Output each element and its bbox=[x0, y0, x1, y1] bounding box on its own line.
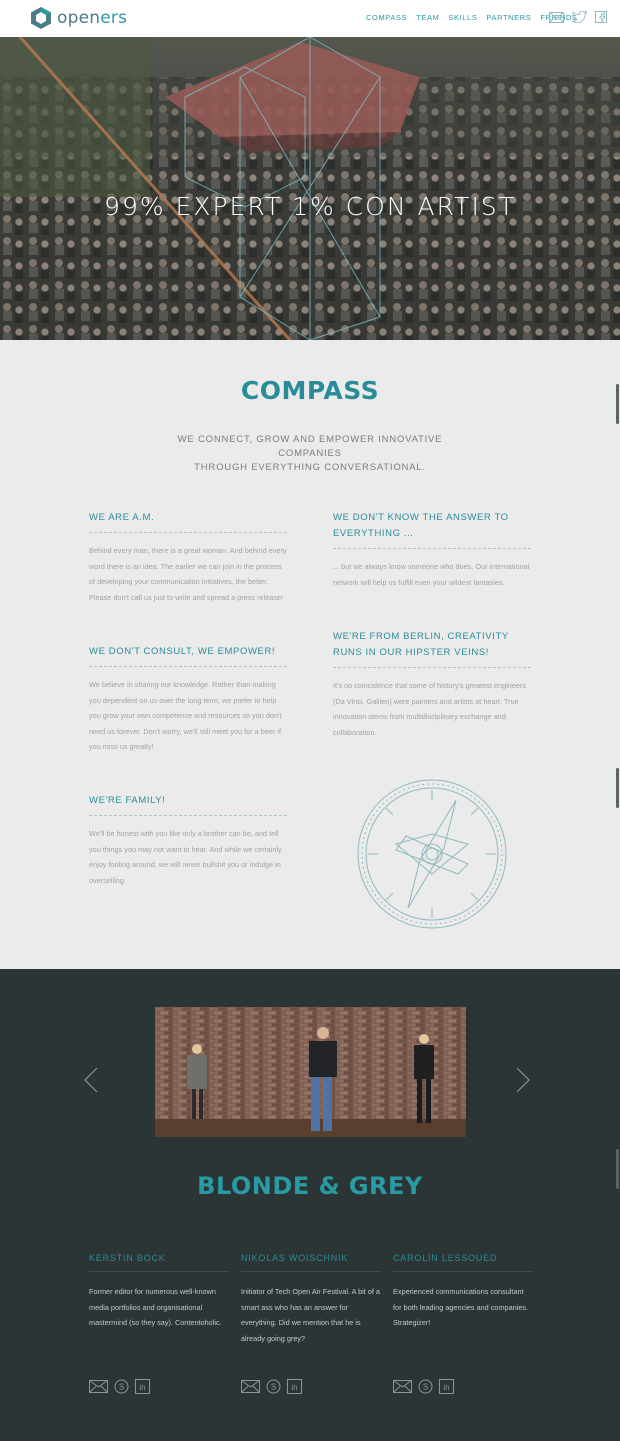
carousel-prev-arrow-icon[interactable] bbox=[84, 1067, 98, 1093]
block-text: We'll be honest with you like only a bro… bbox=[89, 829, 282, 885]
team-section: BLONDE & GREY KERSTIN BOCK Former editor… bbox=[0, 969, 620, 1441]
logo-text: openers bbox=[57, 8, 127, 28]
skype-icon[interactable]: S bbox=[418, 1379, 433, 1394]
divider bbox=[333, 548, 531, 549]
compass-title: COMPASS bbox=[240, 376, 380, 405]
logo-text-open: open bbox=[57, 8, 101, 28]
block-title: WE DON'T KNOW THE ANSWER TO EVERYTHING .… bbox=[333, 512, 509, 539]
compass-block-answer: WE DON'T KNOW THE ANSWER TO EVERYTHING .… bbox=[333, 510, 531, 590]
compass-block-we-are: WE ARE A.M. Behind every man, there is a… bbox=[89, 510, 287, 605]
logo-text-ers: ers bbox=[100, 8, 128, 28]
team-photo-image bbox=[155, 1007, 466, 1137]
site-header: openers COMPASS TEAM SKILLS PARTNERS FRI… bbox=[0, 0, 620, 37]
member-contact-icons: S in bbox=[393, 1379, 454, 1394]
member-bio: Experienced communications consultant fo… bbox=[393, 1287, 529, 1328]
compass-illustration-icon bbox=[357, 779, 507, 929]
member-contact-icons: S in bbox=[89, 1379, 150, 1394]
twitter-icon[interactable] bbox=[572, 11, 587, 23]
skype-icon[interactable]: S bbox=[266, 1379, 281, 1394]
block-title: WE'RE FAMILY! bbox=[89, 795, 166, 806]
mail-icon[interactable] bbox=[549, 11, 564, 23]
mail-icon[interactable] bbox=[393, 1380, 412, 1393]
logo-mark-icon bbox=[31, 7, 51, 29]
skype-icon[interactable]: S bbox=[114, 1379, 129, 1394]
nav-compass[interactable]: COMPASS bbox=[366, 13, 407, 22]
team-member-nikolas: NIKOLAS WOISCHNIK Initiator of Tech Open… bbox=[241, 1253, 381, 1346]
main-nav: COMPASS TEAM SKILLS PARTNERS FRIENDS bbox=[366, 13, 578, 22]
compass-block-empower: WE DON'T CONSULT, WE EMPOWER! We believe… bbox=[89, 644, 287, 755]
member-name: CAROLIN LESSOUED bbox=[393, 1253, 498, 1263]
svg-text:S: S bbox=[119, 1383, 124, 1392]
divider bbox=[89, 532, 287, 533]
team-photo bbox=[155, 1007, 466, 1137]
scroll-indicator[interactable] bbox=[616, 384, 619, 424]
facebook-icon[interactable] bbox=[595, 11, 607, 23]
hero-section: 99% EXPERT 1% CON ARTIST bbox=[0, 37, 620, 340]
member-name: NIKOLAS WOISCHNIK bbox=[241, 1253, 349, 1263]
block-title: WE DON'T CONSULT, WE EMPOWER! bbox=[89, 646, 276, 657]
svg-text:S: S bbox=[271, 1383, 276, 1392]
linkedin-icon[interactable]: in bbox=[135, 1379, 150, 1394]
scroll-indicator[interactable] bbox=[616, 768, 619, 808]
svg-text:in: in bbox=[443, 1383, 449, 1392]
compass-subtitle-line2: THROUGH EVERYTHING CONVERSATIONAL. bbox=[194, 462, 426, 473]
divider bbox=[89, 1271, 229, 1272]
carousel-next-arrow-icon[interactable] bbox=[516, 1067, 530, 1093]
nav-partners[interactable]: PARTNERS bbox=[486, 13, 531, 22]
divider bbox=[241, 1271, 381, 1272]
compass-section: COMPASS WE CONNECT, GROW AND EMPOWER INN… bbox=[0, 340, 620, 969]
member-name: KERSTIN BOCK bbox=[89, 1253, 166, 1263]
member-bio: Initiator of Tech Open Air Festival. A b… bbox=[241, 1287, 380, 1343]
divider bbox=[393, 1271, 533, 1272]
svg-text:S: S bbox=[423, 1383, 428, 1392]
block-text: Behind every man, there is a great woman… bbox=[89, 546, 287, 602]
hero-background-image bbox=[0, 37, 620, 340]
mail-icon[interactable] bbox=[241, 1380, 260, 1393]
team-member-carolin: CAROLIN LESSOUED Experienced communicati… bbox=[393, 1253, 533, 1331]
logo[interactable]: openers bbox=[30, 6, 127, 30]
compass-subtitle: WE CONNECT, GROW AND EMPOWER INNOVATIVE … bbox=[150, 433, 470, 475]
divider bbox=[89, 666, 287, 667]
divider bbox=[333, 667, 531, 668]
compass-subtitle-line1: WE CONNECT, GROW AND EMPOWER INNOVATIVE … bbox=[177, 434, 443, 459]
linkedin-icon[interactable]: in bbox=[439, 1379, 454, 1394]
compass-block-berlin: WE'RE FROM BERLIN, CREATIVITY RUNS IN OU… bbox=[333, 629, 531, 740]
linkedin-icon[interactable]: in bbox=[287, 1379, 302, 1394]
svg-text:in: in bbox=[291, 1383, 297, 1392]
hero-title: 99% EXPERT 1% CON ARTIST bbox=[104, 192, 516, 221]
mail-icon[interactable] bbox=[89, 1380, 108, 1393]
svg-text:in: in bbox=[139, 1383, 145, 1392]
compass-block-family: WE'RE FAMILY! We'll be honest with you l… bbox=[89, 793, 287, 888]
nav-team[interactable]: TEAM bbox=[416, 13, 439, 22]
block-text: It's no coincidence that some of history… bbox=[333, 681, 527, 737]
block-text: ... but we always know someone who does.… bbox=[333, 562, 530, 587]
block-title: WE'RE FROM BERLIN, CREATIVITY RUNS IN OU… bbox=[333, 631, 509, 658]
member-contact-icons: S in bbox=[241, 1379, 302, 1394]
block-title: WE ARE A.M. bbox=[89, 512, 155, 523]
team-member-kerstin: KERSTIN BOCK Former editor for numerous … bbox=[89, 1253, 229, 1331]
scroll-indicator[interactable] bbox=[616, 1149, 619, 1189]
member-bio: Former editor for numerous well-known me… bbox=[89, 1287, 222, 1328]
divider bbox=[89, 815, 287, 816]
header-social bbox=[549, 11, 607, 23]
team-title: BLONDE & GREY bbox=[197, 1172, 423, 1200]
block-text: We believe in sharing our knowledge. Rat… bbox=[89, 680, 282, 752]
nav-skills[interactable]: SKILLS bbox=[448, 13, 477, 22]
